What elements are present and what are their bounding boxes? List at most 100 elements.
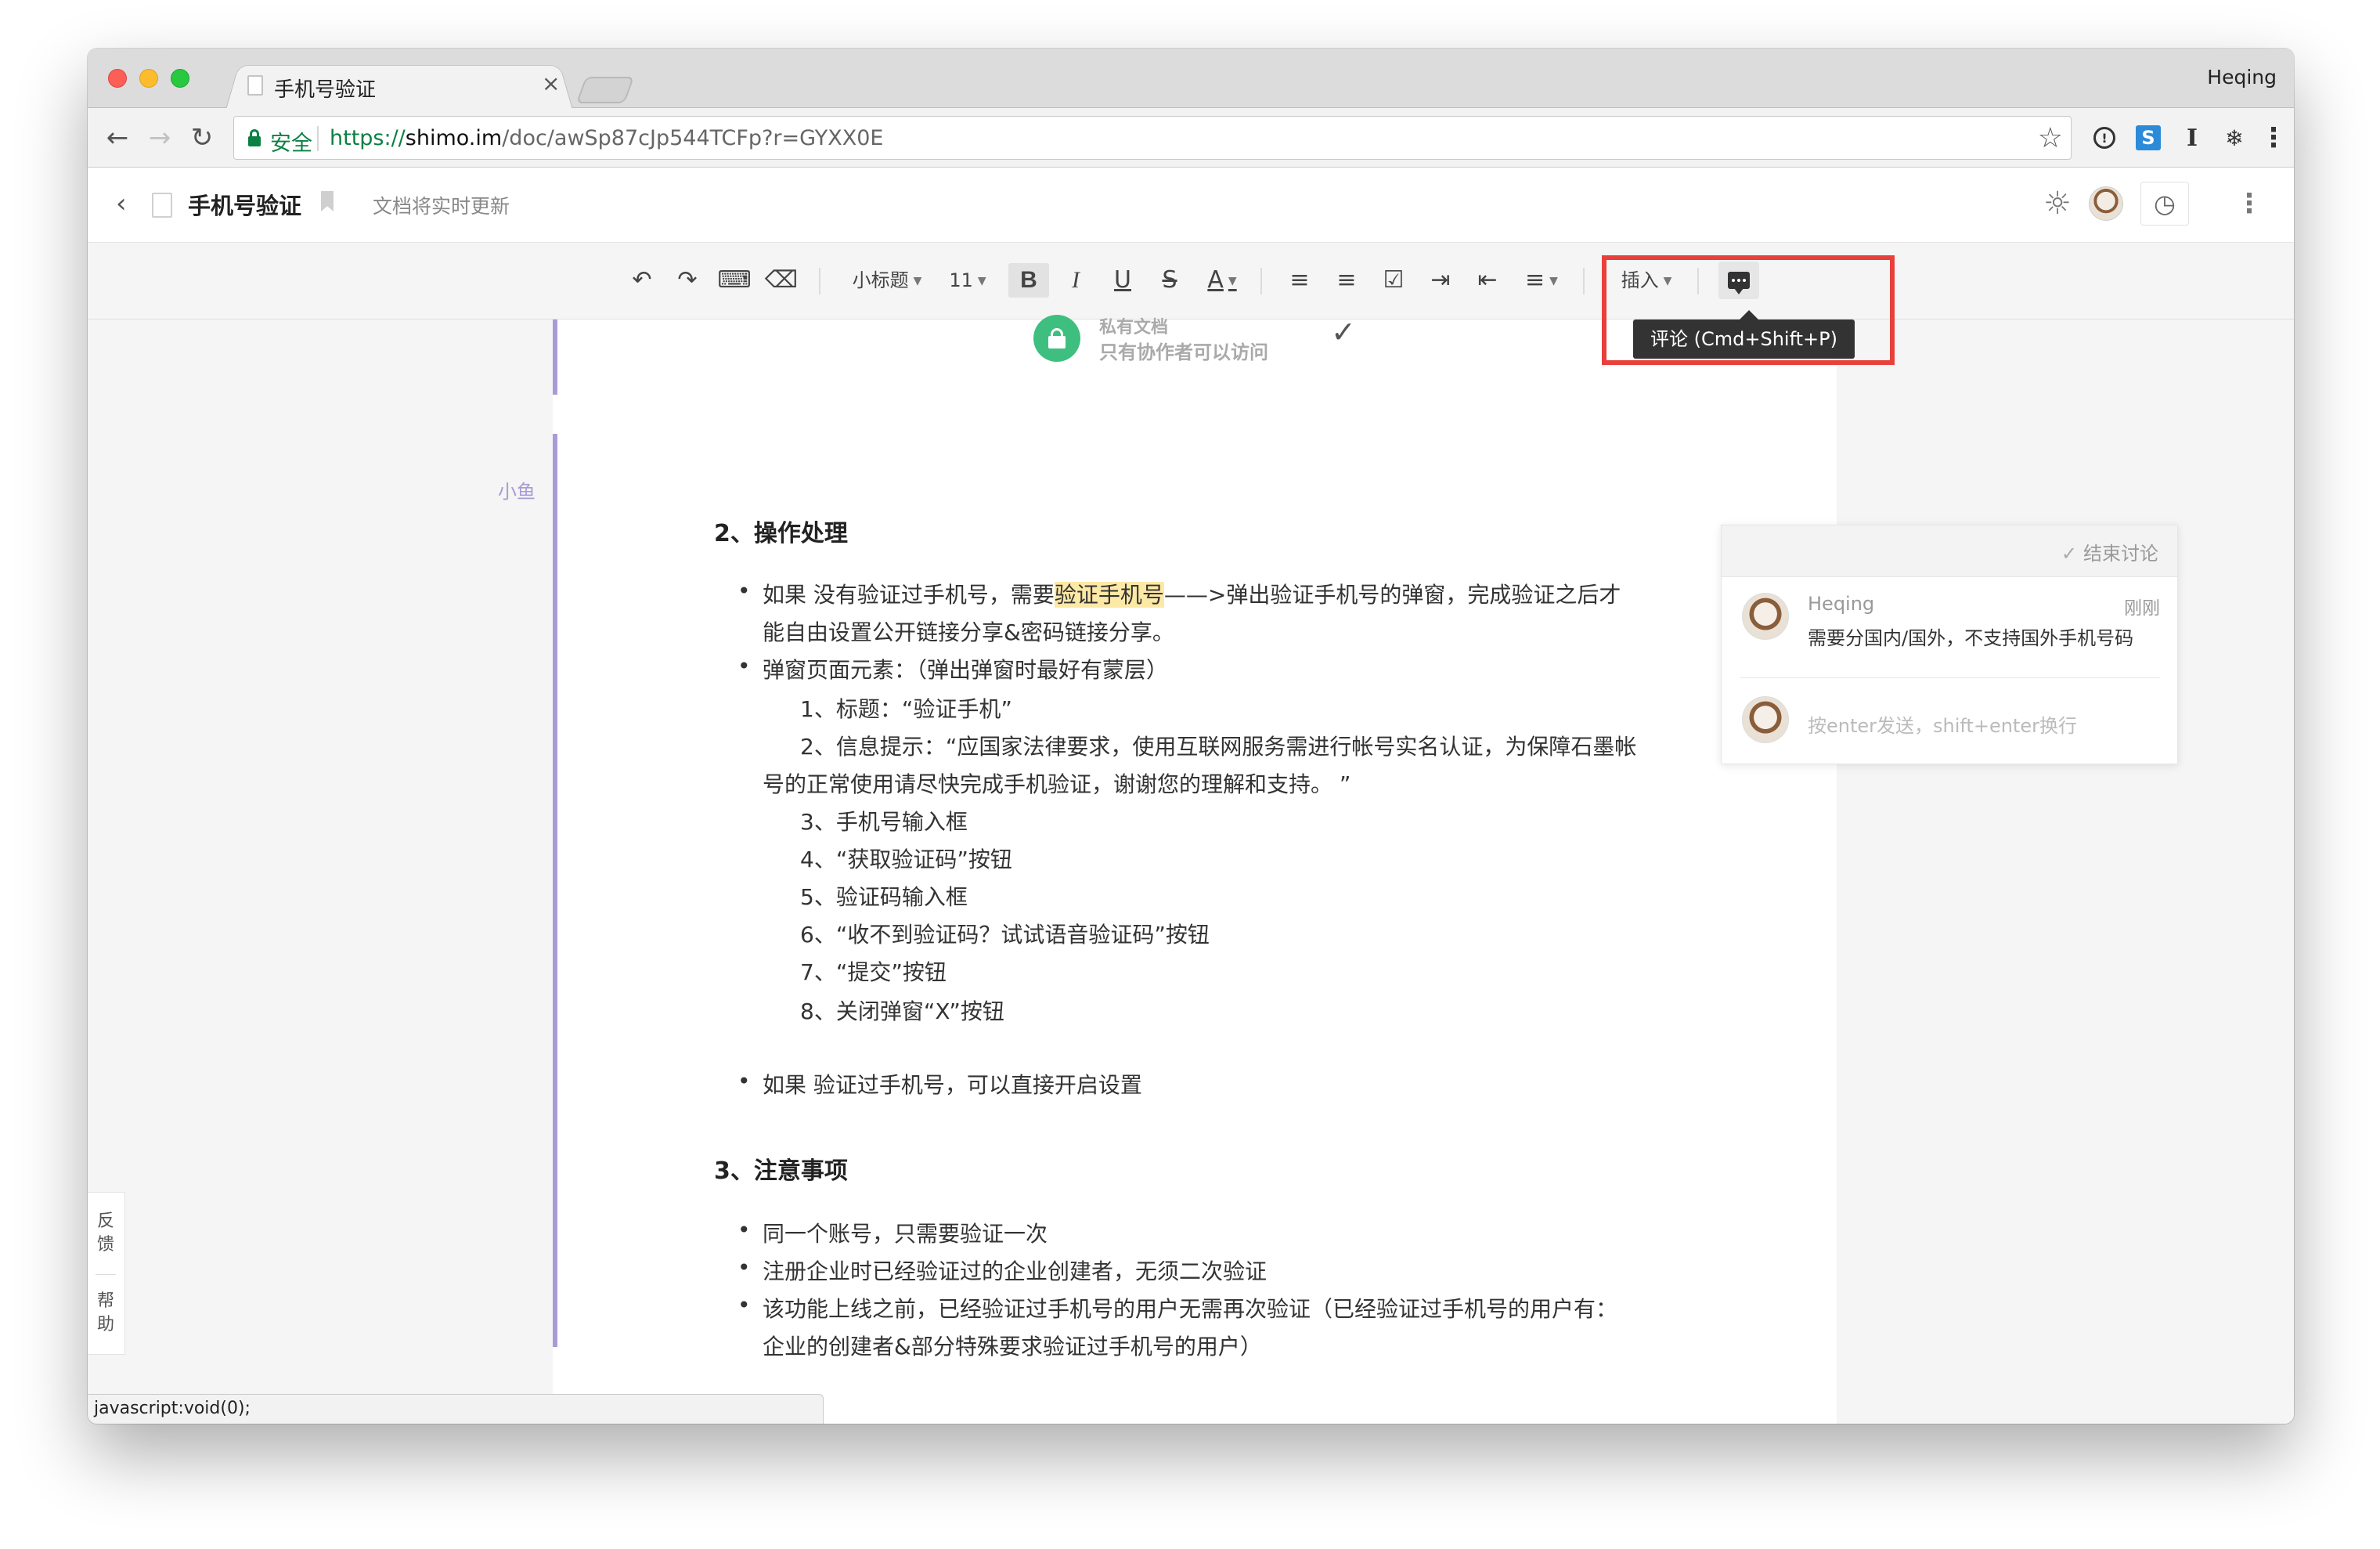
comment-time: 刚刚 [2124, 598, 2160, 619]
align-left-icon: ≡ [1525, 266, 1545, 294]
comment-divider [1740, 677, 2160, 678]
ordered-list-icon[interactable]: ≡ [1282, 263, 1317, 298]
avatar [1742, 696, 1789, 743]
feedback-label: 反馈 [96, 1211, 114, 1255]
align-select[interactable]: ≡ ▼ [1517, 263, 1566, 298]
lock-icon [248, 129, 261, 146]
checklist-icon[interactable]: ☑ [1376, 263, 1411, 298]
zoom-window-button[interactable] [171, 69, 189, 88]
sub-item: 号的正常使用请尽快完成手机验证，谢谢您的理解和支持。 ” [763, 771, 1351, 797]
redo-icon[interactable]: ↷ [670, 263, 705, 298]
address-bar[interactable]: 安全 https://shimo.im/doc/awSp87cJp544TCFp… [233, 116, 2072, 160]
heading-select[interactable]: 小标题 ▼ [844, 263, 930, 298]
tab-close-button[interactable]: × [542, 72, 560, 96]
comment-text: 需要分国内/国外，不支持国外手机号码 [1808, 627, 2134, 649]
private-lock-icon [1033, 315, 1080, 362]
url-path: /doc/awSp87cJp544TCFp?r=GYXX0E [502, 126, 884, 150]
document-icon [152, 193, 172, 218]
browser-status-bar: javascript:void(0); [88, 1394, 824, 1424]
underline-button[interactable]: U [1105, 263, 1140, 298]
close-window-button[interactable] [108, 69, 127, 88]
side-tools-divider [96, 1274, 116, 1275]
avatar[interactable] [2089, 186, 2123, 221]
sub-item: 4、“获取验证码”按钮 [800, 847, 1012, 872]
doc-title[interactable]: 手机号验证 [188, 188, 301, 221]
toolbar-divider [1260, 268, 1262, 294]
bullet-list-icon[interactable]: ≡ [1329, 263, 1364, 298]
resolve-discussion-button[interactable]: ✓ 结束讨论 [2061, 538, 2158, 565]
sub-item: 5、验证码输入框 [800, 884, 968, 910]
minimize-window-button[interactable] [139, 69, 158, 88]
check-icon: ✓ [2061, 543, 2077, 565]
url-host: shimo.im [405, 126, 503, 150]
caret-down-icon: ▼ [977, 275, 986, 287]
extension-cursor-icon[interactable]: I [2175, 121, 2209, 155]
profile-name[interactable]: Heqing [2207, 66, 2277, 88]
secure-label: 安全 [270, 132, 312, 156]
bookmark-icon[interactable] [321, 191, 334, 211]
italic-button[interactable]: I [1058, 263, 1093, 298]
checkmark-icon[interactable]: ✓ [1331, 315, 1356, 349]
text-run: ——>弹出验证手机号的弹窗，完成验证之后才 [1163, 582, 1621, 608]
editor-area: 小鱼 私有文档 只有协作者可以访问 ✓ 2、操作处理 如果 没有验证过手机号，需… [88, 315, 2294, 1424]
revision-bar [553, 434, 557, 1347]
history-icon[interactable]: ◷ [2140, 182, 2189, 226]
sub-item: 1、标题：“验证手机” [800, 696, 1012, 722]
resolve-label: 结束讨论 [2083, 543, 2158, 565]
toolbar-divider [819, 268, 820, 294]
comment-panel-header: ✓ 结束讨论 [1722, 525, 2177, 577]
url-scheme: https:// [330, 126, 406, 150]
back-arrow-icon[interactable]: ← [100, 121, 135, 155]
address-divider [317, 126, 319, 151]
extension-s-icon[interactable]: S [2131, 121, 2165, 155]
page-icon [247, 75, 263, 96]
extension-info-icon[interactable]: ! [2087, 121, 2122, 155]
sun-gear-icon[interactable]: ☼ [2043, 185, 2072, 222]
toolbar-divider [1583, 268, 1585, 294]
doc-header: ‹ 手机号验证 文档将实时更新 ☼ ◷ ⋮ [88, 168, 2294, 243]
font-color-button[interactable]: A ▼ [1198, 263, 1246, 298]
font-color-label: A [1207, 266, 1224, 294]
revision-bar [553, 320, 557, 395]
text-run: 如果 没有验证过手机号，需要 [763, 582, 1055, 608]
font-size-select[interactable]: 11 ▼ [944, 263, 991, 298]
caret-down-icon: ▼ [913, 275, 922, 287]
feedback-button[interactable]: 反馈 [88, 1210, 124, 1260]
caret-down-icon: ▼ [1549, 274, 1558, 287]
list-item: 如果 没有验证过手机号，需要验证手机号——>弹出验证手机号的弹窗，完成验证之后才 [737, 578, 1621, 609]
more-vertical-icon[interactable]: ⋮ [2236, 185, 2263, 222]
list-item: 注册企业时已经验证过的企业创建者，无须二次验证 [737, 1255, 1267, 1286]
list-item-continuation: 企业的创建者&部分特殊要求验证过手机号的用户） [763, 1334, 1262, 1359]
list-item: 弹窗页面元素：（弹出弹窗时最好有蒙层） [737, 653, 1168, 684]
reply-input[interactable] [1808, 710, 2152, 742]
caret-down-icon: ▼ [1228, 274, 1237, 287]
help-button[interactable]: 帮助 [88, 1290, 124, 1340]
commented-text[interactable]: 验证手机号 [1054, 582, 1164, 608]
revision-author: 小鱼 [498, 481, 536, 503]
browser-toolbar: ← → ↻ 安全 https://shimo.im/doc/awSp87cJp5… [88, 108, 2294, 168]
section-heading: 2、操作处理 [714, 520, 848, 547]
privacy-title: 私有文档 [1099, 318, 1169, 338]
strikethrough-button[interactable]: S [1152, 263, 1187, 298]
outdent-icon[interactable]: ⇤ [1470, 263, 1505, 298]
extension-evernote-icon[interactable]: ❄ [2217, 121, 2252, 155]
bold-button[interactable]: B [1008, 263, 1049, 298]
new-tab-button[interactable] [575, 77, 635, 103]
format-painter-icon[interactable]: ⌨ [717, 263, 752, 298]
forward-arrow-icon[interactable]: → [142, 121, 177, 155]
heading-select-label: 小标题 [852, 269, 909, 291]
sub-item: 6、“收不到验证码？试试语音验证码”按钮 [800, 922, 1210, 948]
browser-menu-icon[interactable]: ⋮ [2256, 121, 2291, 155]
undo-icon[interactable]: ↶ [625, 263, 659, 298]
reload-icon[interactable]: ↻ [185, 121, 219, 155]
clear-format-icon[interactable]: ⌫ [764, 263, 799, 298]
indent-icon[interactable]: ⇥ [1423, 263, 1458, 298]
avatar [1742, 593, 1789, 640]
bookmark-star-icon[interactable]: ☆ [2038, 121, 2063, 156]
active-tab[interactable]: 手机号验证 × [225, 61, 573, 108]
url-text[interactable]: https://shimo.im/doc/awSp87cJp544TCFp?r=… [330, 126, 883, 150]
save-status: 文档将实时更新 [373, 195, 510, 218]
help-label: 帮助 [96, 1291, 114, 1334]
chevron-left-icon[interactable]: ‹ [116, 186, 127, 221]
sub-item: 8、关闭弹窗“X”按钮 [800, 998, 1004, 1024]
